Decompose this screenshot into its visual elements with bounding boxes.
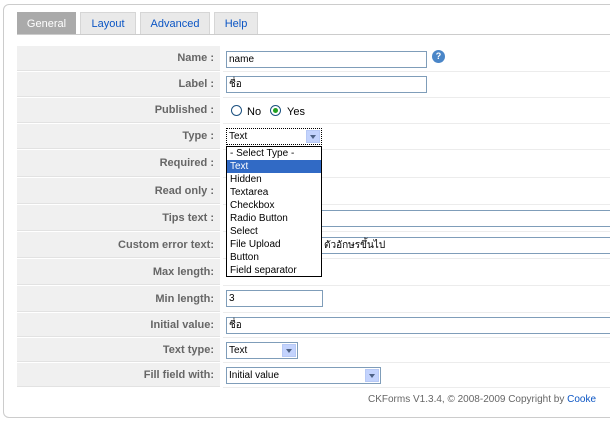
readonly-label: Read only : [17,178,220,204]
published-label: Published : [17,98,220,123]
tips-label: Tips text : [17,205,220,231]
type-option[interactable]: Button [227,251,321,264]
published-no-label: No [247,106,262,118]
type-option[interactable]: File Upload [227,238,321,251]
published-yes-radio[interactable] [270,105,281,116]
chevron-down-icon[interactable] [282,344,296,357]
type-option[interactable]: Checkbox [227,199,321,212]
footer-text: CKForms V1.3.4, © 2008-2009 Copyright by [368,394,568,405]
required-label: Required : [17,150,220,177]
tab-layout[interactable]: Layout [80,12,136,35]
label-field-cell: ชื่อ [223,72,610,98]
type-label: Type : [17,124,220,149]
published-yes-label: Yes [287,106,305,118]
type-dropdown-list: - Select Type - Text Hidden Textarea Che… [226,146,322,277]
type-option[interactable]: Select [227,225,321,238]
initial-value-input[interactable]: ชื่อ [226,317,610,334]
row-label: Label : ชื่อ [17,72,610,98]
row-fill-field: Fill field with: Initial value [17,363,610,388]
row-initial-value: Initial value: ชื่อ [17,313,610,338]
text-type-label: Text type: [17,338,220,362]
tab-advanced[interactable]: Advanced [140,12,210,35]
fill-field-label: Fill field with: [17,363,220,387]
text-type-field-cell: Text [223,338,610,363]
name-input[interactable]: name [226,51,427,68]
fill-field-cell: Initial value [223,363,610,388]
name-label: Name : [17,46,220,71]
initial-value-field-cell: ชื่อ [223,313,610,338]
custom-error-label: Custom error text: [17,232,220,258]
fill-field-select[interactable]: Initial value [226,367,381,384]
type-option[interactable]: Field separator [227,264,321,277]
footer-copyright: CKForms V1.3.4, © 2008-2009 Copyright by… [368,394,596,405]
min-length-input[interactable]: 3 [226,290,323,307]
tab-general[interactable]: General [17,12,76,35]
chevron-down-icon[interactable] [365,369,379,382]
label-input[interactable]: ชื่อ [226,76,427,93]
tab-help[interactable]: Help [214,12,258,35]
type-option[interactable]: Radio Button [227,212,321,225]
type-option[interactable]: Textarea [227,186,321,199]
min-length-label: Min length: [17,286,220,312]
type-option[interactable]: Hidden [227,173,321,186]
type-option[interactable]: - Select Type - [227,147,321,160]
tab-divider [17,34,610,35]
fill-field-select-value: Initial value [229,370,280,381]
label-label: Label : [17,72,220,97]
row-text-type: Text type: Text [17,338,610,363]
type-select[interactable]: Text [226,128,322,145]
text-type-select-value: Text [229,345,248,356]
type-option-highlighted[interactable]: Text [227,160,321,173]
footer-link[interactable]: Cooke [567,394,596,405]
text-type-select[interactable]: Text [226,342,298,359]
row-published: Published : No Yes [17,98,610,124]
name-field-cell: name ? [223,46,610,72]
type-select-value: Text [229,131,248,142]
min-length-field-cell: 3 [223,286,610,313]
published-field-cell: No Yes [223,98,610,124]
help-icon[interactable]: ? [432,50,445,63]
initial-value-label: Initial value: [17,313,220,337]
row-min-length: Min length: 3 [17,286,610,313]
row-name: Name : name ? [17,46,610,72]
max-length-label: Max length: [17,259,220,285]
published-no-radio[interactable] [231,105,242,116]
chevron-down-icon[interactable] [306,130,320,143]
